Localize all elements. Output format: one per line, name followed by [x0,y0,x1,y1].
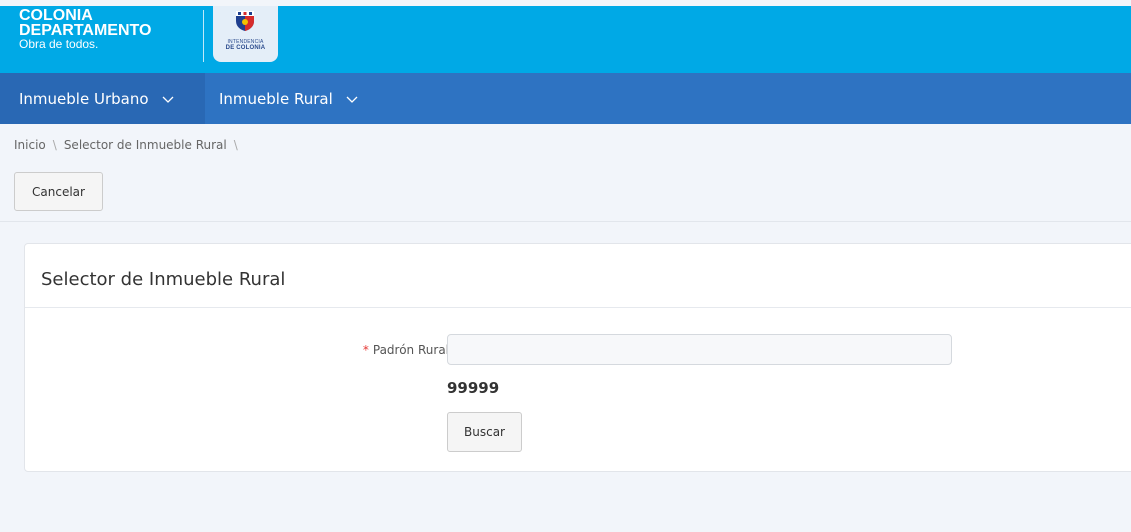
breadcrumb-current: Selector de Inmueble Rural [63,138,227,152]
brand-line-1: COLONIA [19,7,93,24]
top-header: COLONIA DEPARTAMENTO Obra de todos. INTE… [0,6,1131,73]
nav-inmueble-urbano[interactable]: Inmueble Urbano [0,73,205,124]
badge-line-2: DE COLONIA [225,45,266,51]
brand-divider [203,10,204,62]
toolbar-divider [0,221,1131,222]
breadcrumb-separator: \ [233,138,238,152]
selector-panel: Selector de Inmueble Rural * Padrón Rural… [24,243,1131,472]
required-marker: * [362,343,369,357]
shield-icon [236,11,254,31]
nav-inmueble-rural[interactable]: Inmueble Rural [205,73,358,124]
panel-divider [25,307,1131,308]
padron-rural-label-text: Padrón Rural [372,343,449,357]
intendencia-logo[interactable]: INTENDENCIA DE COLONIA [213,6,278,62]
search-button[interactable]: Buscar [447,412,522,452]
breadcrumb-home[interactable]: Inicio [14,138,46,152]
brand-line-2: DEPARTAMENTO [19,22,152,39]
padron-format-hint: 99999 [447,379,500,397]
padron-rural-label: * Padrón Rural [363,343,449,357]
nav-item-label: Inmueble Urbano [19,89,149,108]
cancel-button[interactable]: Cancelar [14,172,103,211]
chevron-down-icon [346,93,358,105]
padron-rural-input[interactable] [447,334,952,365]
intendencia-logo-text: INTENDENCIA DE COLONIA [219,39,272,51]
breadcrumb-separator: \ [52,138,57,152]
brand-logo[interactable]: COLONIA DEPARTAMENTO Obra de todos. [19,8,151,51]
breadcrumb: Inicio \ Selector de Inmueble Rural \ [14,138,245,152]
chevron-down-icon [162,93,174,105]
main-navbar: Inmueble Urbano Inmueble Rural [0,73,1131,124]
panel-title: Selector de Inmueble Rural [41,269,286,290]
nav-item-label: Inmueble Rural [219,89,333,108]
brand-tagline: Obra de todos. [19,37,99,51]
